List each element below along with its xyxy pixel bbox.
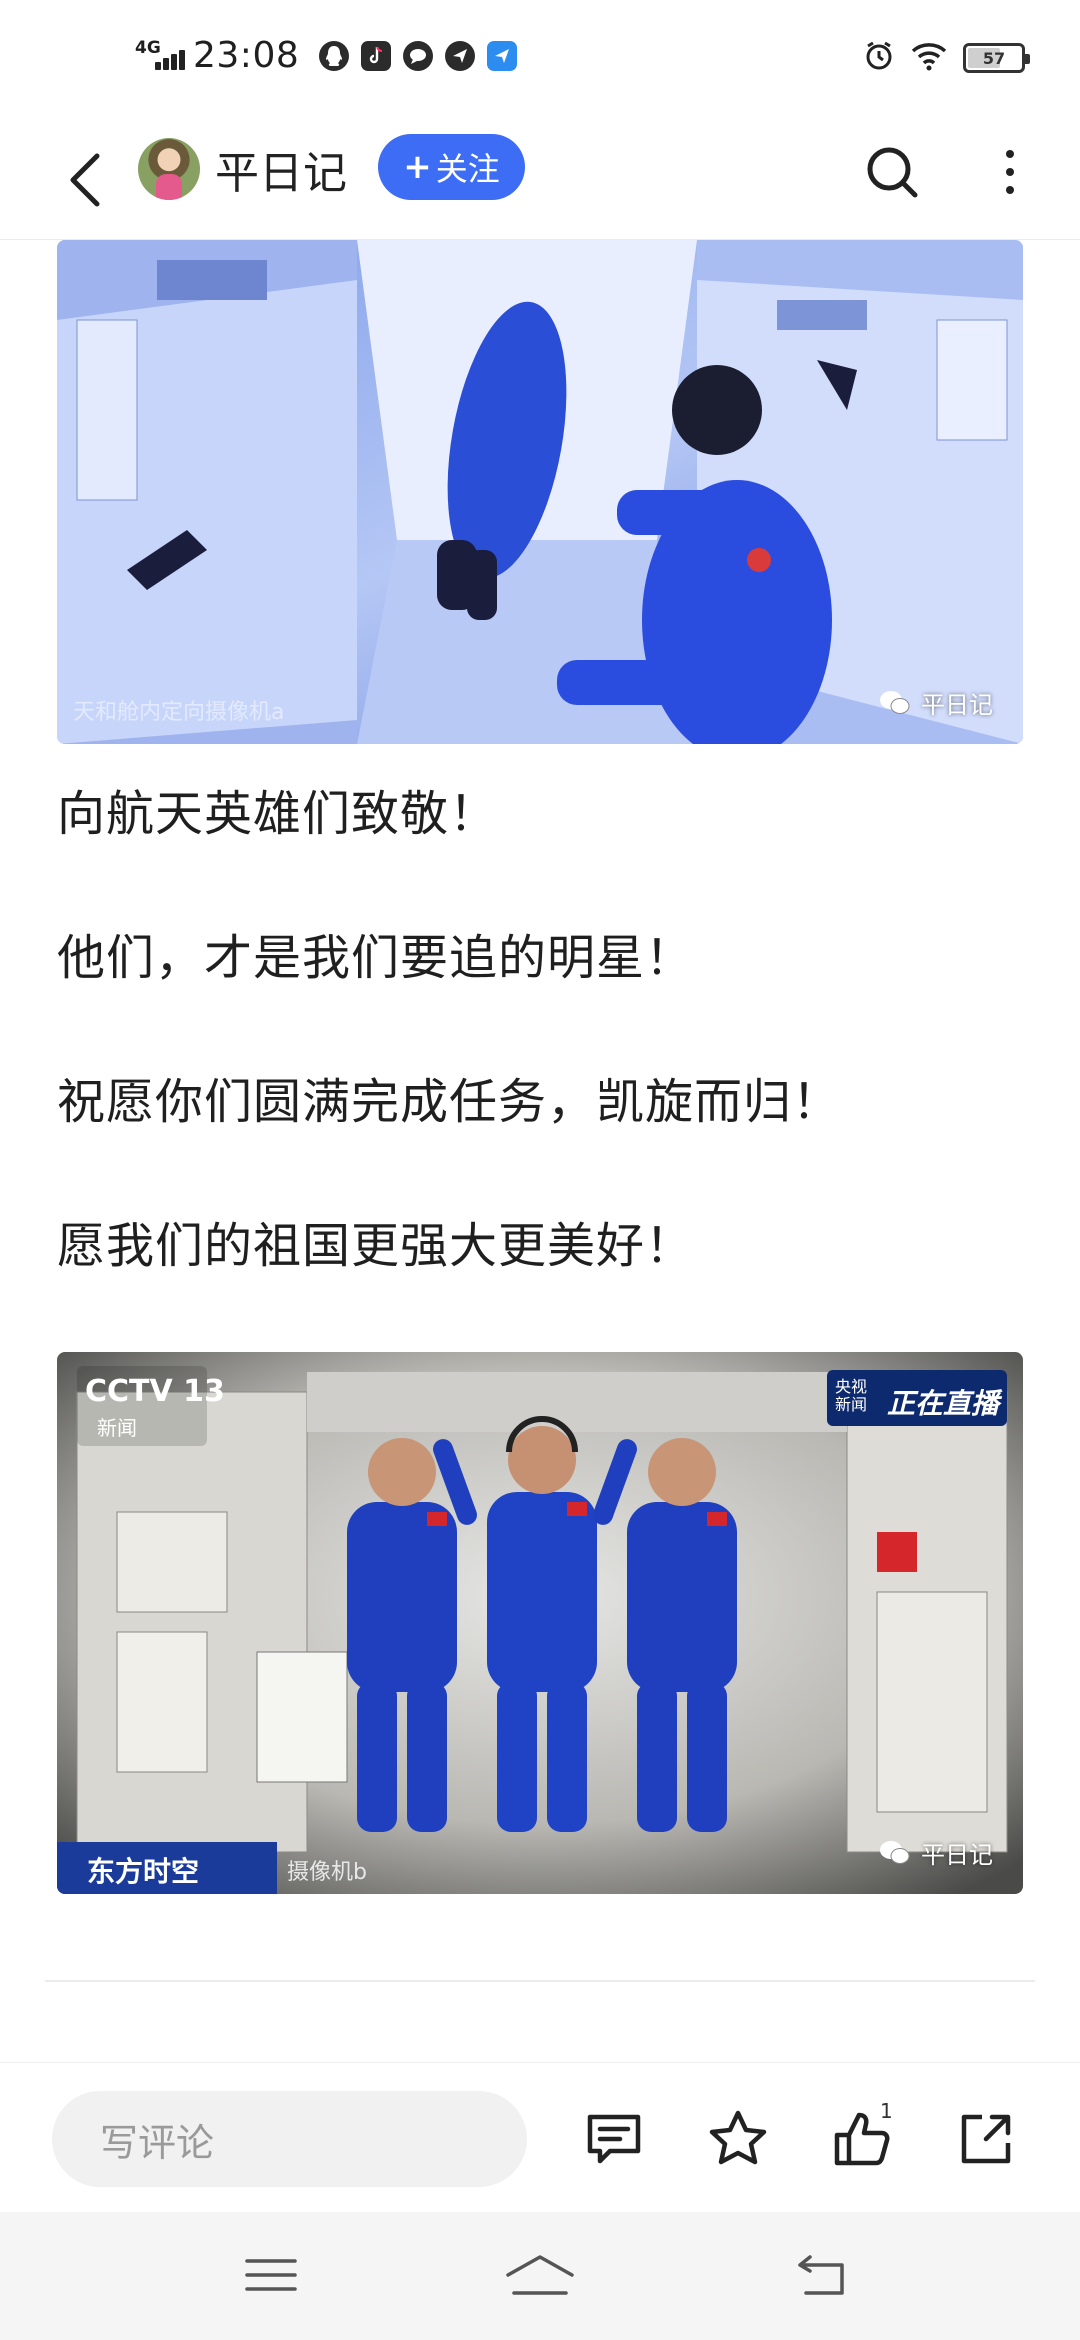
article-paragraph: 祝愿你们圆满完成任务，凯旋而归！ xyxy=(57,1074,842,1130)
comments-button[interactable] xyxy=(576,2101,652,2177)
content-divider xyxy=(45,1980,1035,1982)
more-options-button[interactable] xyxy=(990,142,1030,202)
qq-icon xyxy=(319,40,350,71)
share-icon xyxy=(961,2114,1011,2164)
space-station-interior-image xyxy=(57,240,1023,744)
follow-button[interactable]: + 关注 xyxy=(378,134,525,200)
watermark-text: 平日记 xyxy=(921,1841,993,1869)
home-icon xyxy=(506,2255,574,2295)
channel-logo: CCTV 13 xyxy=(85,1374,225,1409)
back-icon xyxy=(798,2255,844,2295)
article-image-1[interactable]: 天和舱内定向摄像机a 平日记 xyxy=(57,240,1023,744)
more-dots-icon xyxy=(1006,150,1014,158)
status-bar: 4G 23:08 57 xyxy=(0,0,1080,120)
bottom-action-bar: 写评论 1 xyxy=(0,2062,1080,2212)
favorite-button[interactable] xyxy=(700,2101,776,2177)
image-caption: 天和舱内定向摄像机a xyxy=(73,700,285,725)
live-source: 央视新闻 xyxy=(835,1377,868,1414)
avatar[interactable] xyxy=(138,138,200,200)
star-icon xyxy=(709,2110,767,2165)
alarm-icon xyxy=(863,40,895,76)
wechat-icon xyxy=(880,690,910,714)
send-app-icon xyxy=(487,40,518,71)
article-image-2[interactable]: CCTV 13 新闻 央视新闻 正在直播 东方时空 摄像机b 平日记 xyxy=(57,1352,1023,1894)
account-name[interactable]: 平日记 xyxy=(215,144,347,204)
navigation-icon xyxy=(445,40,476,71)
image-caption: 摄像机b xyxy=(287,1860,367,1885)
status-time: 23:08 xyxy=(193,35,300,76)
article-header: 平日记 + 关注 xyxy=(0,120,1080,240)
share-button[interactable] xyxy=(948,2101,1024,2177)
article-paragraph: 愿我们的祖国更强大更美好！ xyxy=(57,1218,695,1274)
wechat-icon xyxy=(880,1840,910,1864)
tiktok-icon xyxy=(361,40,392,71)
message-icon xyxy=(403,40,434,71)
back-nav-button[interactable] xyxy=(784,2242,864,2308)
battery-level: 57 xyxy=(982,48,1006,68)
wifi-icon xyxy=(911,41,947,75)
astronauts-salute-image xyxy=(57,1352,1023,1894)
article-paragraph: 他们，才是我们要追的明星！ xyxy=(57,930,695,986)
home-button[interactable] xyxy=(500,2242,580,2308)
back-button[interactable] xyxy=(55,142,115,218)
follow-label: 关注 xyxy=(435,150,500,188)
network-type: 4G xyxy=(135,37,161,58)
like-count: 1 xyxy=(880,2099,893,2123)
article-paragraph: 向航天英雄们致敬！ xyxy=(57,786,499,842)
live-label: 正在直播 xyxy=(887,1387,1000,1420)
search-icon xyxy=(867,147,918,198)
watermark-text: 平日记 xyxy=(921,691,993,719)
comment-icon xyxy=(587,2114,641,2164)
image-watermark: 平日记 xyxy=(879,1835,993,1870)
search-button[interactable] xyxy=(862,142,922,202)
battery-icon: 57 xyxy=(963,43,1030,73)
recent-apps-button[interactable] xyxy=(231,2242,311,2308)
cellular-signal-icon: 4G xyxy=(135,36,185,76)
system-navigation-bar xyxy=(0,2212,1080,2340)
chevron-left-icon xyxy=(70,153,100,207)
plus-icon: + xyxy=(403,147,432,187)
comment-input[interactable]: 写评论 xyxy=(52,2091,527,2187)
channel-sub: 新闻 xyxy=(97,1416,137,1440)
image-watermark: 平日记 xyxy=(879,685,993,720)
menu-icon xyxy=(245,2259,297,2291)
program-name: 东方时空 xyxy=(87,1855,200,1888)
